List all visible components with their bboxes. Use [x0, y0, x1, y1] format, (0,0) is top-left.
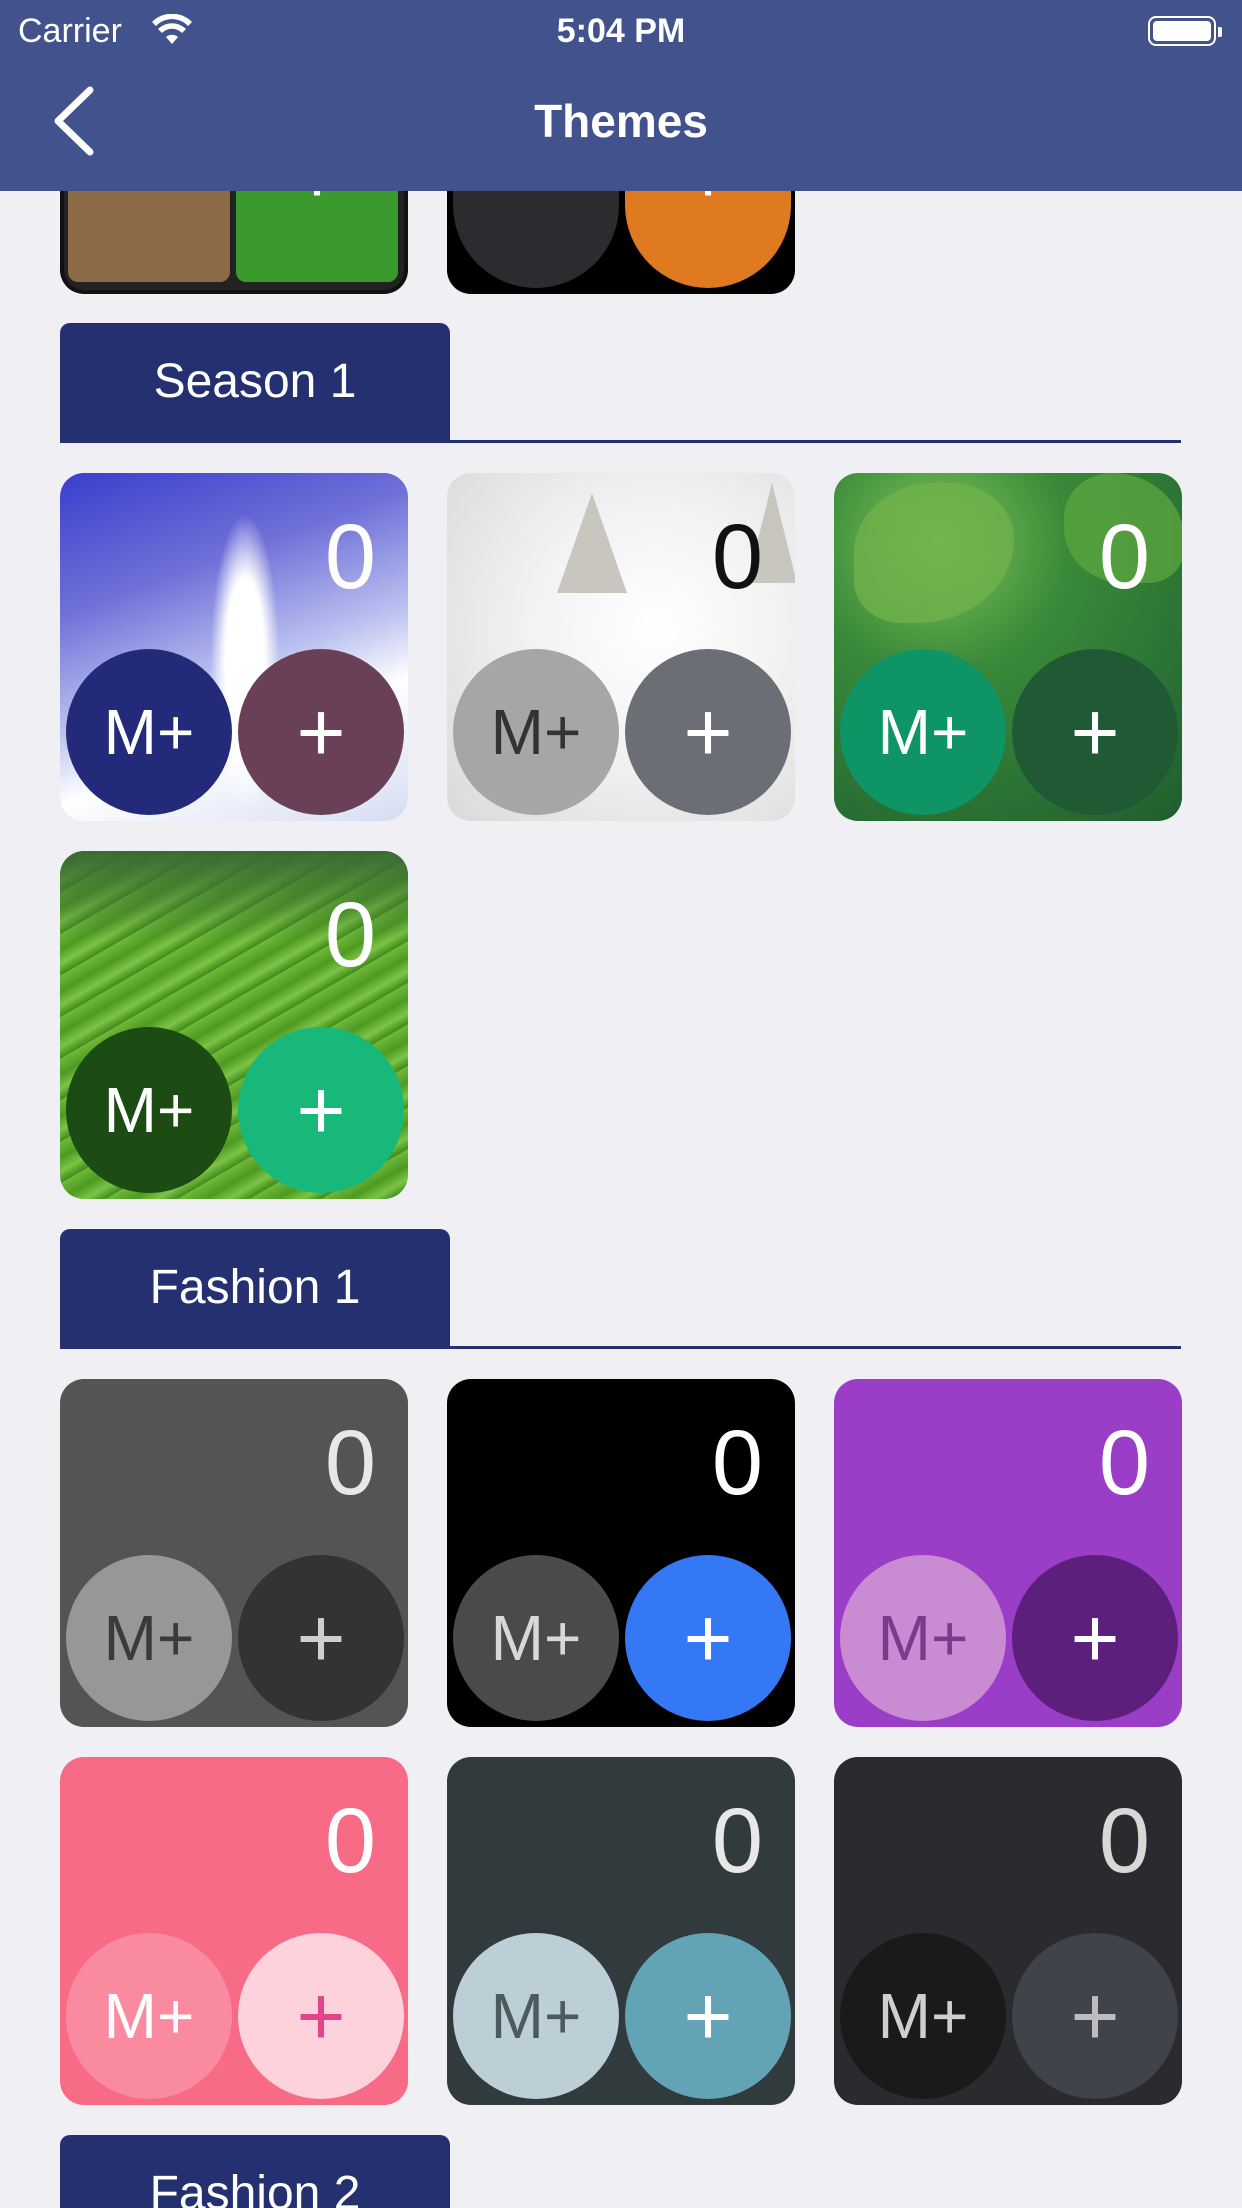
display-value: 0	[711, 506, 763, 608]
memory-add-button[interactable]: M+	[66, 1933, 232, 2099]
memory-add-button[interactable]: M+	[840, 1933, 1006, 2099]
display-value: 0	[1098, 506, 1150, 608]
navigation-bar: Carrier 5:04 PM Themes	[0, 0, 1242, 191]
memory-add-button[interactable]: M+	[66, 1027, 232, 1193]
display-value: 0	[324, 506, 376, 608]
plus-button[interactable]: +	[1012, 1555, 1178, 1721]
plus-button[interactable]: +	[238, 1555, 404, 1721]
themes-list: M+ + M+ + Season 1 0 M+ + 0 M+ + 0 M+ + …	[0, 0, 1242, 2208]
section-divider	[60, 1346, 1181, 1349]
display-value: 0	[1098, 1790, 1150, 1892]
theme-tile-winter[interactable]: 0 M+ +	[60, 473, 408, 821]
theme-tile-pink[interactable]: 0 M+ +	[60, 1757, 408, 2105]
section-header-season-1: Season 1	[60, 323, 1181, 443]
theme-tile-purple[interactable]: 0 M+ +	[834, 1379, 1182, 1727]
display-value: 0	[1098, 1412, 1150, 1514]
plus-button[interactable]: +	[625, 649, 791, 815]
theme-tile-arctic-fox[interactable]: 0 M+ +	[447, 473, 795, 821]
plus-button[interactable]: +	[238, 1027, 404, 1193]
theme-tile-black-blue[interactable]: 0 M+ +	[447, 1379, 795, 1727]
section-title: Fashion 1	[60, 1229, 450, 1347]
display-value: 0	[324, 884, 376, 986]
memory-add-button[interactable]: M+	[840, 1555, 1006, 1721]
memory-add-button[interactable]: M+	[66, 1555, 232, 1721]
display-value: 0	[711, 1790, 763, 1892]
display-value: 0	[324, 1412, 376, 1514]
memory-add-button[interactable]: M+	[840, 649, 1006, 815]
section-divider	[60, 440, 1181, 443]
memory-add-button[interactable]: M+	[453, 1933, 619, 2099]
plus-button[interactable]: +	[1012, 1933, 1178, 2099]
section-header-fashion-2: Fashion 2	[60, 2135, 1181, 2208]
theme-tile-slate-teal[interactable]: 0 M+ +	[447, 1757, 795, 2105]
section-title: Season 1	[60, 323, 450, 441]
memory-add-button[interactable]: M+	[453, 649, 619, 815]
theme-tile-charcoal[interactable]: 0 M+ +	[834, 1757, 1182, 2105]
plus-button[interactable]: +	[1012, 649, 1178, 815]
status-bar: Carrier 5:04 PM	[0, 0, 1242, 62]
plus-button[interactable]: +	[238, 1933, 404, 2099]
status-time: 5:04 PM	[556, 12, 686, 50]
memory-add-button[interactable]: M+	[66, 649, 232, 815]
plus-button[interactable]: +	[238, 649, 404, 815]
theme-tile-green-leaf[interactable]: 0 M+ +	[834, 473, 1182, 821]
section-header-fashion-1: Fashion 1	[60, 1229, 1181, 1349]
theme-tile-gray[interactable]: 0 M+ +	[60, 1379, 408, 1727]
plus-button[interactable]: +	[625, 1933, 791, 2099]
plus-button[interactable]: +	[625, 1555, 791, 1721]
display-value: 0	[711, 1412, 763, 1514]
display-value: 0	[324, 1790, 376, 1892]
theme-tile-rice-terraces[interactable]: 0 M+ +	[60, 851, 408, 1199]
page-title: Themes	[534, 95, 708, 147]
section-title: Fashion 2	[60, 2135, 450, 2208]
memory-add-button[interactable]: M+	[453, 1555, 619, 1721]
battery-icon	[1148, 16, 1222, 46]
